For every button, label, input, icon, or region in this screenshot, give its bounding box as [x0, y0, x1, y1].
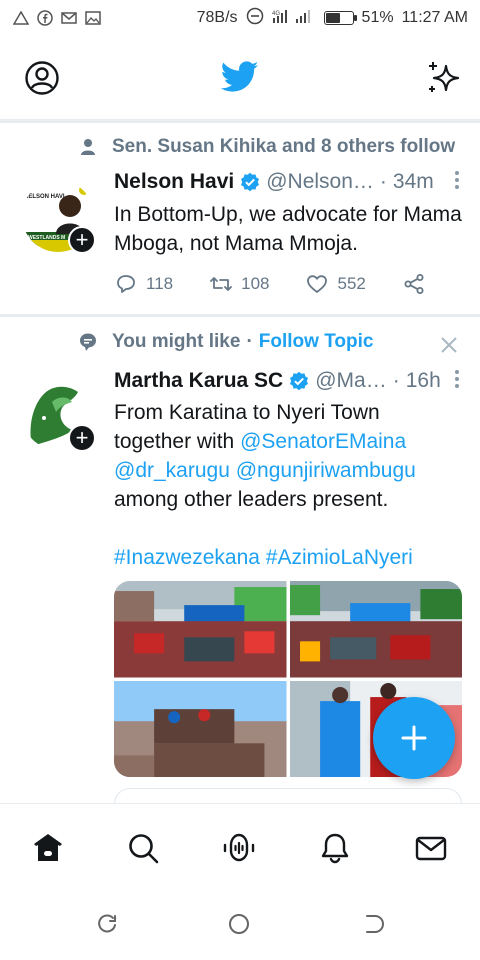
svg-text:4G: 4G	[272, 11, 280, 17]
media-photo[interactable]	[289, 581, 462, 678]
tweet-header: Nelson Havi @Nelson… · 34m	[114, 170, 460, 194]
topic-bubble-icon	[80, 333, 96, 351]
twitter-bird-icon[interactable]	[221, 60, 259, 94]
clock: 11:27 AM	[401, 9, 468, 26]
timestamp: 16h	[405, 369, 441, 392]
follow-topic-link[interactable]: Follow Topic	[259, 331, 374, 353]
tweet-line: @dr_karugu @ngunjiriwambugu	[114, 456, 462, 485]
bottom-navigation	[0, 803, 480, 889]
more-options-icon[interactable]	[454, 170, 460, 196]
avatar-banner: WESTLANDS M	[28, 235, 65, 241]
home-icon[interactable]	[31, 831, 65, 865]
warning-icon	[12, 10, 30, 26]
hashtag-link[interactable]: #AzimioLaNyeri	[266, 546, 413, 569]
gmail-icon	[60, 10, 78, 26]
tweet-text-part: together with	[114, 430, 235, 453]
verified-icon	[241, 172, 260, 192]
follow-plus-button[interactable]: +	[68, 424, 96, 452]
system-navigation-bar	[0, 889, 480, 960]
reply-button[interactable]: 118	[114, 272, 173, 296]
divider	[0, 314, 480, 317]
author-name[interactable]: Martha Karua SC	[114, 369, 283, 393]
timestamp: 34m	[392, 170, 434, 193]
social-context: Sen. Susan Kihika and 8 others follow	[78, 136, 455, 158]
topic-context: You might like · Follow Topic	[78, 331, 373, 353]
heart-icon	[307, 275, 328, 293]
tweet-text: In Bottom-Up, we advocate for Mama Mboga…	[114, 203, 462, 255]
share-button[interactable]	[402, 272, 426, 296]
separator: ·	[379, 170, 387, 193]
notification-icons	[12, 10, 102, 26]
sparkle-icon[interactable]	[424, 58, 462, 96]
share-icon	[404, 274, 424, 294]
tweet-header: Martha Karua SC @Ma… · 16h	[114, 369, 460, 393]
notifications-icon[interactable]	[318, 831, 352, 865]
author-handle[interactable]: @Nelson…	[266, 170, 374, 194]
home-circle-icon[interactable]	[228, 913, 250, 935]
hashtag-link[interactable]: #Inazwezekana	[114, 546, 260, 569]
profile-icon[interactable]	[24, 60, 60, 96]
retweet-icon	[210, 277, 233, 291]
media-photo[interactable]	[114, 581, 287, 678]
battery-icon	[323, 11, 357, 25]
social-context-text: Sen. Susan Kihika and 8 others follow	[112, 136, 456, 157]
recents-icon[interactable]	[96, 913, 118, 935]
network-speed: 78B/s	[196, 9, 238, 26]
back-icon[interactable]	[362, 913, 384, 935]
status-right: 78B/s 4G 51% 11:27 AM	[197, 7, 468, 30]
topic-context-text: You might like	[112, 331, 241, 352]
plus-icon	[401, 725, 427, 751]
reply-icon	[117, 275, 135, 293]
media-photo[interactable]	[114, 680, 287, 777]
follow-plus-button[interactable]: +	[68, 226, 96, 254]
mention-link[interactable]: @ngunjiriwambugu	[236, 459, 416, 482]
author-handle[interactable]: @Ma…	[315, 369, 387, 393]
person-icon	[81, 139, 95, 155]
battery-percent: 51%	[361, 9, 394, 26]
like-count: 552	[337, 274, 366, 293]
tweet-line: From Karatina to Nyeri Town	[114, 401, 380, 424]
compose-tweet-button[interactable]	[373, 697, 455, 779]
separator: ·	[392, 369, 400, 392]
tweet-line: among other leaders present.	[114, 488, 389, 511]
top-app-bar	[0, 36, 480, 120]
dnd-icon	[246, 7, 264, 30]
messages-icon[interactable]	[414, 831, 448, 865]
status-bar: 78B/s 4G 51% 11:27 AM	[0, 0, 480, 36]
retweet-count: 108	[241, 274, 270, 293]
author-name[interactable]: Nelson Havi	[114, 170, 234, 194]
topic-separator: ·	[246, 331, 253, 352]
tweet-actions: 118 108 552	[114, 272, 462, 296]
search-icon[interactable]	[126, 831, 160, 865]
mention-link[interactable]: @SenatorEMaina	[240, 430, 406, 453]
retweet-button[interactable]: 108	[209, 272, 269, 296]
tweet-line: #Inazwezekana #AzimioLaNyeri	[114, 543, 462, 572]
signal-icon: 4G	[272, 8, 316, 29]
divider	[0, 120, 480, 123]
avatar-caption: NELSON HAVI	[24, 194, 65, 200]
spaces-icon[interactable]	[222, 831, 256, 865]
close-icon[interactable]	[440, 336, 458, 354]
like-button[interactable]: 552	[305, 272, 366, 296]
tweet-line: together with @SenatorEMaina	[114, 427, 462, 456]
gallery-icon	[84, 10, 102, 26]
verified-icon	[290, 371, 309, 391]
more-options-icon[interactable]	[454, 369, 460, 395]
tweet-text: From Karatina to Nyeri Town together wit…	[114, 398, 462, 572]
topic-context-row: You might like · Follow Topic	[112, 331, 373, 353]
facebook-icon	[36, 10, 54, 26]
reply-count: 118	[146, 274, 174, 293]
mention-link[interactable]: @dr_karugu	[114, 459, 230, 482]
